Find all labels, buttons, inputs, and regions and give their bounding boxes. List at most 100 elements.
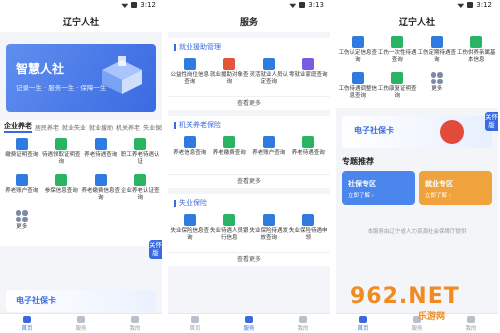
building-icon (134, 174, 147, 186)
tab-mine[interactable]: 我的 (444, 314, 498, 333)
more-button[interactable]: 更多 (417, 72, 457, 104)
screenshot-stage: 3:12 辽宁人社 智慧人社 记录一生 · 服务一生 · 保障一生 企业养老 居… (0, 0, 500, 333)
care-mode-badge[interactable]: 关怀版 (485, 112, 498, 131)
tab-home[interactable]: 首页 (336, 314, 390, 333)
service-label: 工伤康复证明查询 (377, 86, 417, 99)
tab-home[interactable]: 首页 (168, 314, 222, 333)
more-button[interactable]: 更多 (2, 210, 42, 242)
tab-services[interactable]: 服务 (222, 314, 276, 333)
service-item[interactable]: 公益性岗位信息查询 (170, 58, 210, 90)
service-label: 养老账户查询 (5, 188, 39, 194)
service-item[interactable]: 缴费证明查询 (2, 138, 42, 170)
service-item[interactable]: 养老缴费查询 (210, 136, 250, 168)
tab-label: 服务 (243, 325, 255, 332)
status-bar: 3:12 (0, 0, 162, 10)
tab-employment-aid[interactable]: 就业援助 (89, 123, 113, 132)
grid-icon (77, 315, 85, 323)
service-label: 养老待遇查询 (84, 152, 118, 158)
see-more-button[interactable]: 查看更多 (168, 174, 330, 188)
service-item[interactable]: 失业保险待遇发放查询 (249, 214, 289, 246)
tab-resident-pension[interactable]: 居民养老 (35, 123, 59, 132)
service-item[interactable]: 养老待遇查询 (289, 136, 329, 168)
electronic-social-card[interactable]: 电子社保卡 (342, 116, 492, 148)
document-icon (351, 36, 364, 48)
service-item[interactable]: 工伤定期待遇查询 (417, 36, 457, 68)
service-label: 失业保险信息查询 (170, 228, 209, 241)
service-item[interactable]: 养老账户查询 (249, 136, 289, 168)
care-mode-badge[interactable]: 关怀版 (149, 240, 162, 259)
service-item[interactable]: 参保信息查询 (42, 174, 82, 206)
wifi-icon (121, 3, 129, 8)
status-time: 3:13 (308, 1, 324, 9)
user-icon (299, 315, 307, 323)
battery-icon (467, 2, 474, 8)
service-item[interactable]: 失业待遇人员银行信息 (210, 214, 250, 246)
service-label: 就业援助对象查询 (209, 72, 249, 85)
service-item[interactable]: 就业援助对象查询 (210, 58, 250, 90)
bottom-tabbar: 首页 服务 我的 (168, 313, 330, 333)
service-item[interactable]: 待遇领取证明查询 (42, 138, 82, 170)
tab-agency-pension[interactable]: 机关养老 (116, 123, 140, 132)
section-grid: 公益性岗位信息查询 就业援助对象查询 灵活就业人员认定查询 零就业家庭查询 (168, 52, 330, 96)
service-item[interactable]: 灵活就业人员认定查询 (249, 58, 289, 90)
service-label: 工伤认定信息查询 (338, 50, 377, 63)
service-item[interactable]: 养老信息查询 (170, 136, 210, 168)
topic-link: 立即了解 › (348, 193, 374, 199)
document-icon (183, 58, 196, 70)
home-icon (359, 315, 367, 323)
see-more-button[interactable]: 查看更多 (168, 96, 330, 110)
service-item[interactable]: 工伤待遇调整信息查询 (338, 72, 378, 104)
service-label: 参保信息查询 (44, 188, 78, 194)
tab-label: 我的 (465, 325, 477, 332)
document-icon (94, 174, 107, 186)
section-title: 失业保险 (168, 198, 330, 208)
tab-label: 服务 (411, 325, 423, 332)
hero-banner[interactable]: 智慧人社 记录一生 · 服务一生 · 保障一生 (6, 44, 156, 112)
people-icon (470, 36, 483, 48)
home-icon (23, 315, 31, 323)
user-icon (467, 315, 475, 323)
service-item[interactable]: 零就业家庭查询 (289, 58, 329, 90)
tab-unemployment[interactable]: 失业保险 (143, 123, 162, 132)
service-label: 失业保险待遇申领 (288, 228, 328, 241)
tab-enterprise-pension[interactable]: 企业养老 (4, 121, 32, 133)
service-item[interactable]: 失业保险待遇申领 (289, 214, 329, 246)
tab-label: 服务 (75, 325, 87, 332)
document-icon (391, 72, 404, 84)
tab-services[interactable]: 服务 (54, 314, 108, 333)
home-screen: 3:12 辽宁人社 智慧人社 记录一生 · 服务一生 · 保障一生 企业养老 居… (0, 0, 164, 333)
service-label: 养老信息查询 (173, 150, 207, 156)
check-icon (134, 138, 147, 150)
service-item[interactable]: 工伤一次性待遇查询 (378, 36, 418, 68)
bottom-tabbar: 首页 服务 我的 (336, 313, 498, 333)
service-label: 失业保险待遇发放查询 (249, 228, 288, 241)
service-item[interactable]: 工伤康复证明查询 (378, 72, 418, 104)
document-icon (55, 138, 68, 150)
tab-mine[interactable]: 我的 (276, 314, 330, 333)
service-item[interactable]: 养老缴费信息查询 (81, 174, 121, 206)
service-label: 工伤定期待遇查询 (417, 50, 456, 63)
topic-link: 立即了解 › (425, 193, 451, 199)
service-item[interactable]: 职工养老待遇认证 (121, 138, 161, 170)
user-icon (131, 315, 139, 323)
social-card-peek[interactable]: 电子社保卡 (6, 290, 156, 312)
service-item[interactable]: 失业保险信息查询 (170, 214, 210, 246)
see-more-button[interactable]: 查看更多 (168, 252, 330, 266)
tab-home[interactable]: 首页 (0, 314, 54, 333)
tab-mine[interactable]: 我的 (108, 314, 162, 333)
person-icon (223, 58, 236, 70)
status-time: 3:12 (476, 1, 492, 9)
people-icon (223, 136, 236, 148)
service-item[interactable]: 企业养老认证查询 (121, 174, 161, 206)
home-icon (191, 315, 199, 323)
section-agency-pension: 机关养老保险 养老信息查询 养老缴费查询 养老账户查询 养老待遇查询 查看更多 (168, 116, 330, 188)
service-item[interactable]: 工伤认定信息查询 (338, 36, 378, 68)
service-item[interactable]: 工伤供养亲属基本信息 (457, 36, 497, 68)
service-item[interactable]: 养老待遇查询 (81, 138, 121, 170)
topic-social-security[interactable]: 社保专区 立即了解 › (342, 171, 415, 205)
topic-employment[interactable]: 就业专区 立即了解 › (419, 171, 492, 205)
service-grid: 缴费证明查询 待遇领取证明查询 养老待遇查询 职工养老待遇认证 养老账户查询 参… (0, 134, 162, 246)
tab-employment[interactable]: 就业失业 (62, 123, 86, 132)
service-label: 企业养老认证查询 (120, 188, 160, 201)
service-item[interactable]: 养老账户查询 (2, 174, 42, 206)
